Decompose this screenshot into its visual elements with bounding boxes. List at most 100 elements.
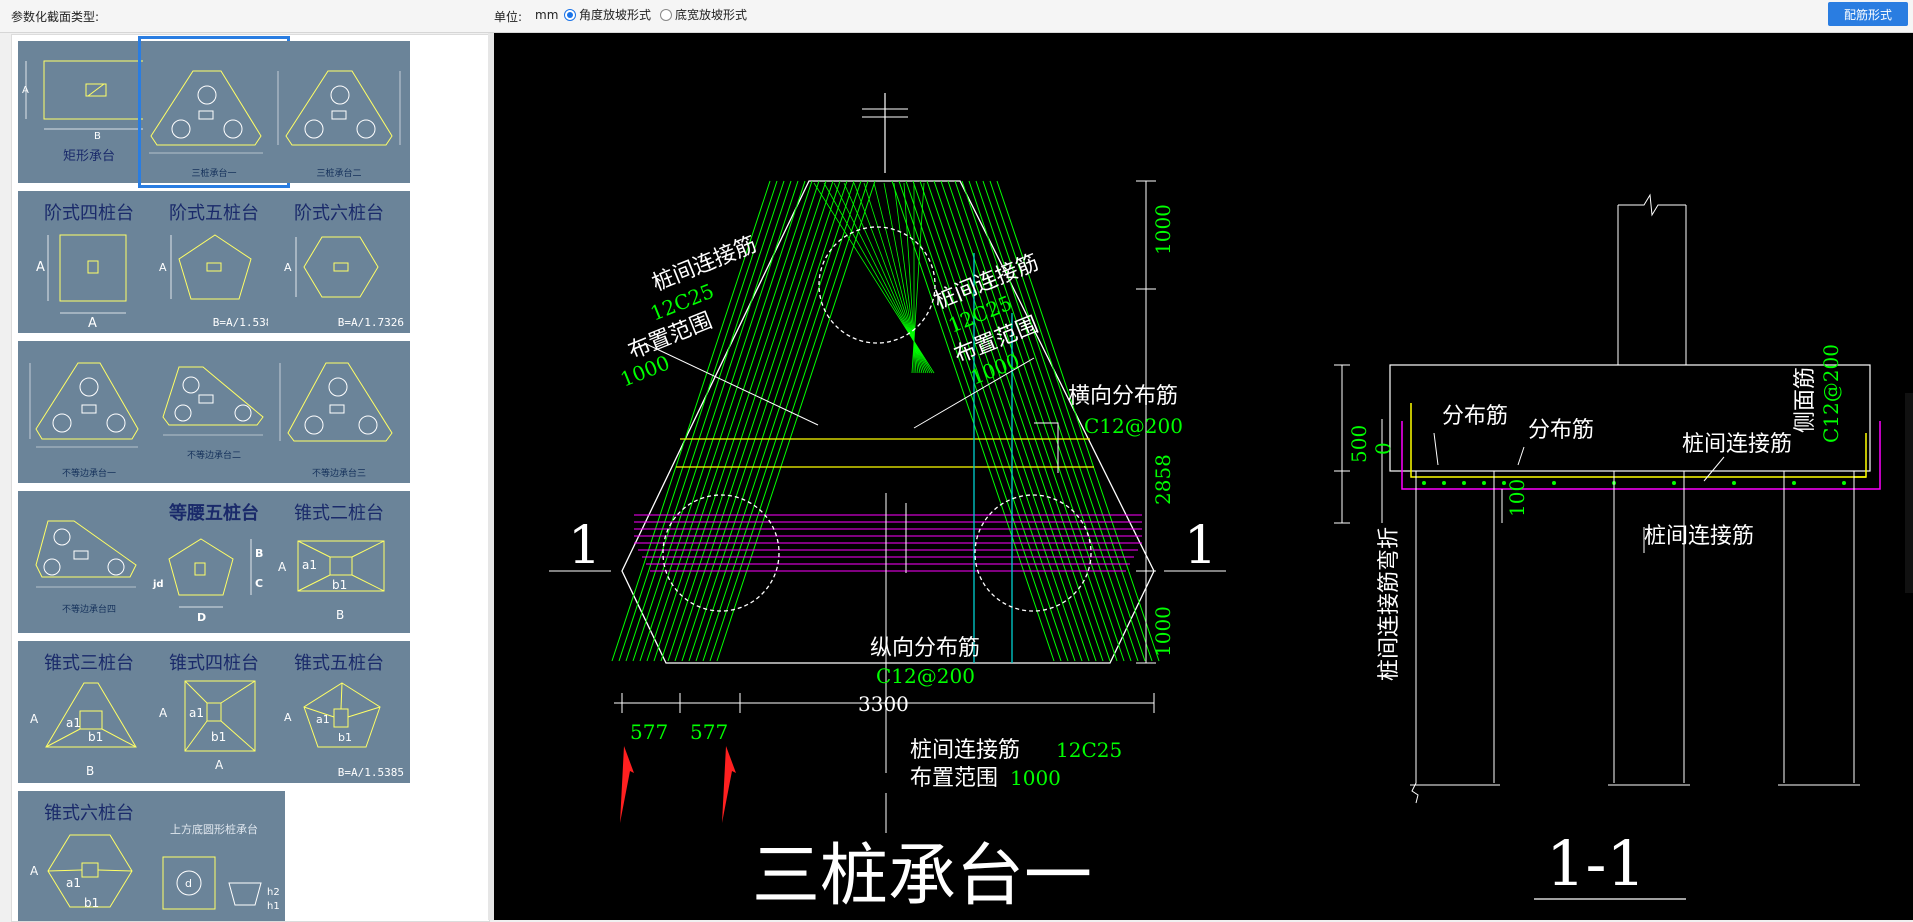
- thumb-tapered-six-pile[interactable]: A a1 b1 锥式六桩台: [18, 791, 160, 921]
- note-range: 布置范围: [910, 766, 998, 791]
- rebar-dot: [1842, 481, 1846, 485]
- dim-a1: a1: [66, 716, 81, 730]
- thumb-tapered-three-pile[interactable]: A a1 b1 B 锥式三桩台: [18, 641, 160, 783]
- dim-a: A: [30, 712, 39, 726]
- dim-a: A: [159, 261, 167, 274]
- thumb-stepped-six-pile[interactable]: A 阶式六桩台 B=A/1.7326: [268, 191, 410, 333]
- thumb-caption: 锥式四桩台: [169, 653, 259, 674]
- section-view: 500 0 100 分布筋 分布筋 桩间连接筋 桩间连接筋 侧面筋 C12@20…: [1334, 193, 1881, 900]
- dim-a: A: [36, 260, 45, 275]
- dim-a: A: [284, 711, 292, 724]
- dim-b1: b1: [338, 731, 352, 744]
- dim-a1: a1: [189, 706, 204, 720]
- link-rebar-line: [926, 180, 1090, 662]
- dim-bottom: 1000: [1151, 606, 1175, 657]
- radio-unchecked-icon: [660, 8, 672, 21]
- canvas-edge: [1905, 393, 1913, 593]
- thumb-caption: 锥式六桩台: [44, 803, 134, 824]
- dim-a: A: [22, 85, 29, 96]
- dim-width: 3300: [858, 692, 909, 716]
- link-rebar-line: [933, 180, 1097, 662]
- thumb-round-pile-cap[interactable]: d h2 h1 上方底圆形桩承台: [143, 791, 285, 921]
- thumb-tapered-two-pile[interactable]: A a1 b1 B 锥式二桩台: [268, 491, 410, 633]
- thumb-tapered-five-pile[interactable]: A a1 b1 锥式五桩台 B=A/1.5385: [268, 641, 410, 783]
- radio-angle-label: 角度放坡形式: [579, 8, 652, 22]
- sec-label-link: 桩间连接筋: [1682, 432, 1792, 457]
- sec-dim-500: 500: [1347, 425, 1371, 463]
- round-pile-cap-diagram: d h2 h1: [162, 856, 280, 912]
- thumb-caption: 不等边承台一: [61, 469, 116, 479]
- label-transverse: 横向分布筋: [1068, 384, 1178, 409]
- dim-b: B: [86, 764, 94, 778]
- rebar-dot: [1552, 481, 1556, 485]
- config-rebar-button[interactable]: 配筋形式: [1828, 2, 1908, 26]
- dim-a1: a1: [316, 713, 330, 726]
- dim-b: B: [336, 608, 344, 622]
- sec-dim-0: 0: [1371, 442, 1395, 455]
- dim-b: B: [94, 131, 101, 142]
- thumb-unequal-cap-2[interactable]: 不等边承台二: [143, 341, 285, 483]
- thumb-caption: 锥式三桩台: [44, 653, 134, 674]
- cad-drawing: 1 1 桩间连接筋 12C25 布置范围 1000 桩间连接筋 12C25 布置…: [549, 93, 1881, 916]
- thumb-unequal-cap-3[interactable]: 不等边承台三: [268, 341, 410, 483]
- dim-a: A: [278, 560, 287, 574]
- dim-b1: b1: [88, 730, 103, 744]
- dim-h2: h2: [267, 887, 280, 898]
- note-link-rebar-value: 12C25: [1056, 738, 1122, 762]
- rebar-dot: [1672, 481, 1676, 485]
- thumb-rect-cap[interactable]: A B 矩形承台: [18, 41, 160, 183]
- radio-angle-slope[interactable]: 角度放坡形式: [564, 6, 651, 23]
- rebar-dot: [1422, 481, 1426, 485]
- section-type-gallery: A B 矩形承台 三桩承台一 三桩承台二 A A 阶式四桩台 A 阶式五桩台 B…: [11, 34, 490, 922]
- thumb-caption: 不等边承台三: [311, 469, 366, 479]
- note-range-value: 1000: [1010, 766, 1061, 790]
- sec-label-side: 侧面筋: [1793, 367, 1818, 433]
- thumb-tapered-four-pile[interactable]: A a1 b1 A 锥式四桩台: [143, 641, 285, 783]
- thumb-caption: 矩形承台: [62, 149, 115, 164]
- dim-b1: b1: [332, 578, 347, 592]
- unequal-cap-2-diagram: [162, 366, 264, 436]
- thumb-caption: 阶式五桩台: [169, 203, 259, 224]
- thumb-three-pile-cap-2[interactable]: 三桩承台二: [268, 41, 410, 183]
- section-type-label: 参数化截面类型:: [11, 10, 100, 24]
- thumb-formula: B=A/1.5385: [337, 766, 404, 779]
- three-pile-cap-1-diagram: [149, 70, 270, 154]
- transverse-rebar-lines: [634, 514, 1142, 572]
- unit-label: 单位:: [494, 10, 523, 24]
- rebar-dot: [1732, 481, 1736, 485]
- link-rebar-line: [912, 180, 1076, 662]
- dim-d: d: [185, 877, 192, 890]
- dim-a: A: [159, 706, 168, 720]
- rebar-dot: [1792, 481, 1796, 485]
- thumb-isosceles-five-pile[interactable]: B C jd D 等腰五桩台: [143, 491, 285, 633]
- dim-a: A: [215, 758, 224, 772]
- thumb-caption: 三桩承台二: [316, 169, 362, 179]
- unequal-cap-1-diagram: [29, 362, 139, 448]
- cad-preview-canvas: 1 1 桩间连接筋 12C25 布置范围 1000 桩间连接筋 12C25 布置…: [494, 33, 1913, 920]
- rebar-dot: [1482, 481, 1486, 485]
- dim-mid: 2858: [1151, 454, 1175, 505]
- dim-left-1: 577: [630, 720, 668, 744]
- rebar-dot: [1462, 481, 1466, 485]
- radio-width-slope[interactable]: 底宽放坡形式: [660, 6, 747, 23]
- thumb-three-pile-cap-1[interactable]: 三桩承台一: [138, 36, 290, 188]
- thumb-unequal-cap-4[interactable]: 不等边承台四: [18, 491, 160, 633]
- sec-label-link-bottom: 桩间连接筋: [1644, 524, 1754, 549]
- thumb-unequal-cap-1[interactable]: 不等边承台一: [18, 341, 160, 483]
- thumb-caption: 不等边承台二: [186, 451, 241, 461]
- thumb-formula: B=A/1.7326: [337, 316, 404, 329]
- thumb-stepped-four-pile[interactable]: A A 阶式四桩台: [18, 191, 160, 333]
- label-longitudinal-spec: C12@200: [876, 664, 975, 688]
- dim-top: 1000: [1151, 204, 1175, 255]
- red-arrow-icon: [620, 746, 634, 823]
- sec-label-dist-1: 分布筋: [1442, 404, 1508, 429]
- dim-b1: b1: [211, 730, 226, 744]
- link-rebar-line: [898, 180, 1062, 662]
- rebar-dots: [1422, 481, 1846, 485]
- dim-a1: a1: [302, 558, 317, 572]
- dim-c: C: [255, 577, 263, 590]
- section-title: 1-1: [1546, 827, 1646, 900]
- dim-left-2: 577: [690, 720, 728, 744]
- link-rebar-line: [919, 180, 1083, 662]
- thumb-stepped-five-pile[interactable]: A 阶式五桩台 B=A/1.5385: [143, 191, 285, 333]
